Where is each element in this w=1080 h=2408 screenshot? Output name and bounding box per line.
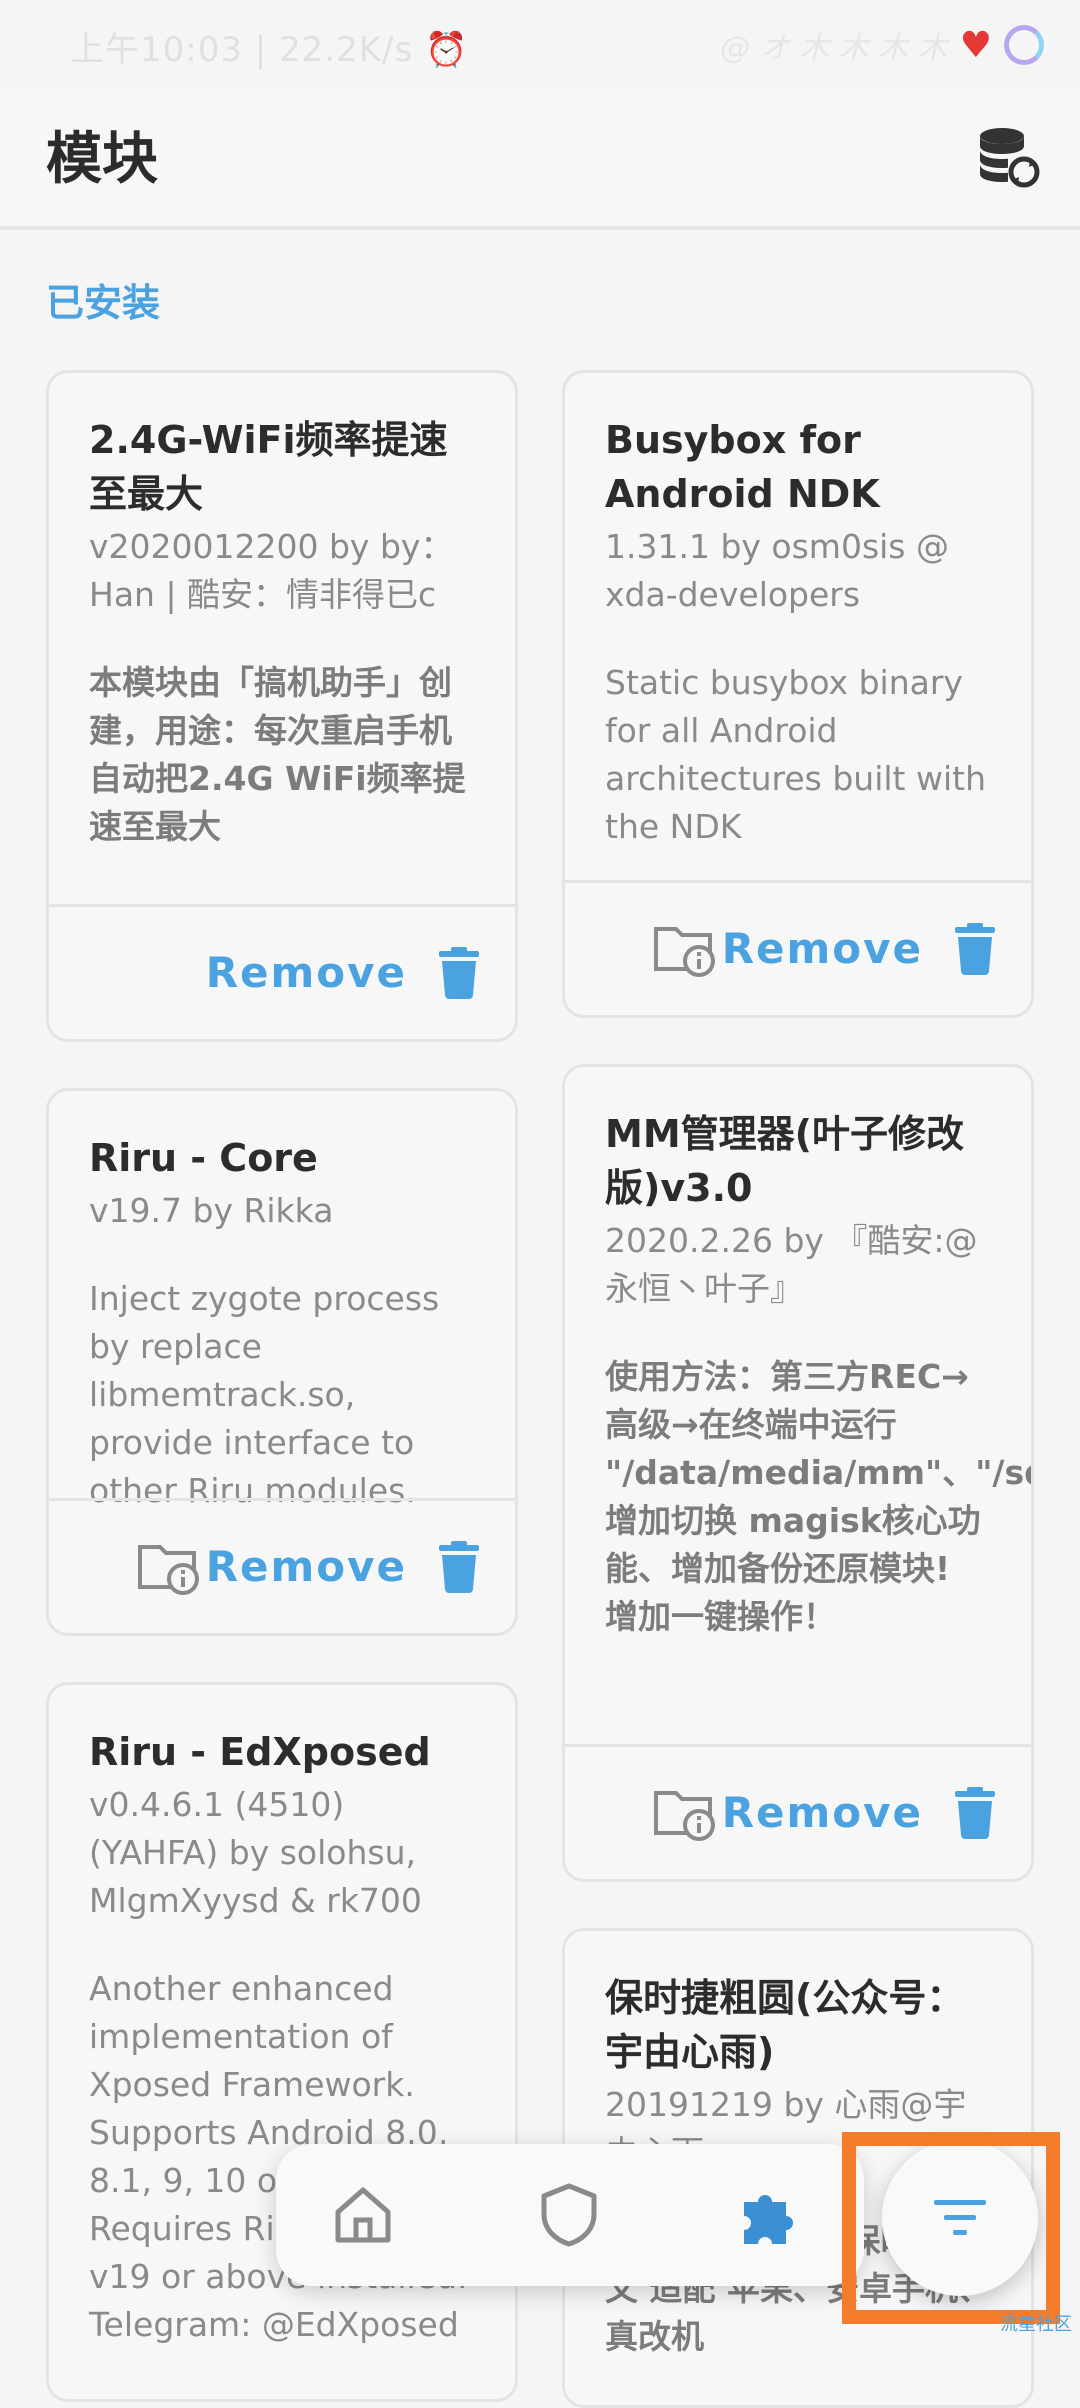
module-title: 2.4G-WiFi频率提速至最大 (89, 418, 448, 516)
module-description: 本模块由「搞机助手」创建，用途：每次重启手机自动把2.4G WiFi频率提速至最… (89, 663, 466, 846)
page-title: 模块 (46, 127, 158, 192)
section-installed-label: 已安装 (46, 281, 161, 325)
remove-button[interactable]: Remove (722, 1747, 923, 1879)
module-version-author: 1.31.1 by osm0sis @ xda-developers (605, 527, 949, 614)
module-card: Riru - Core v19.7 by Rikka Inject zygote… (46, 1088, 518, 1636)
heart-icon: ♥ (959, 24, 992, 66)
module-title: Riru - Core (89, 1136, 318, 1180)
module-title: Riru - EdXposed (89, 1730, 431, 1774)
folder-info-icon[interactable] (137, 1539, 201, 1595)
module-actions: Remove (49, 1498, 515, 1633)
watermark-label: 流星社区 (1000, 2314, 1072, 2335)
app-bar: 模块 (0, 90, 1080, 230)
bottom-navigation (276, 2144, 864, 2286)
battery-ring-icon (1004, 25, 1044, 65)
home-icon[interactable] (328, 2180, 398, 2250)
module-card: Busybox for Android NDK 1.31.1 by osm0si… (562, 370, 1034, 1018)
trash-icon[interactable] (953, 1787, 997, 1839)
filter-icon (934, 2200, 986, 2235)
module-title: MM管理器(叶子修改版)v3.0 (605, 1112, 964, 1210)
module-actions: Remove (49, 904, 515, 1039)
module-actions: Remove (565, 880, 1031, 1015)
remove-button[interactable]: Remove (206, 907, 407, 1039)
module-version-author: v2020012200 by by：Han | 酷安：情非得已c (89, 527, 454, 614)
module-description: Inject zygote process by replace libmemt… (89, 1279, 440, 1510)
trash-icon[interactable] (953, 923, 997, 975)
folder-info-icon[interactable] (653, 921, 717, 977)
folder-info-icon[interactable] (653, 1785, 717, 1841)
module-description: Static busybox binary for all Android ar… (605, 663, 986, 846)
filter-button[interactable] (882, 2140, 1038, 2296)
module-version-author: 2020.2.26 by 『酷安:@永恒丶叶子』 (605, 1221, 978, 1308)
puzzle-icon[interactable] (736, 2180, 806, 2250)
remove-button[interactable]: Remove (206, 1501, 407, 1633)
status-signature: @ オ 木 木 木 木 (720, 31, 948, 66)
module-card: Riru - EdXposed v0.4.6.1 (4510) (YAHFA) … (46, 1682, 518, 2402)
module-description: 使用方法：第三方REC→高级→在终端中运行 "/data/media/mm"、"… (605, 1357, 1031, 1636)
status-icons: @ オ 木 木 木 木 ♥ (720, 22, 1044, 68)
module-version-author: v0.4.6.1 (4510) (YAHFA) by solohsu, Mlgm… (89, 1785, 422, 1920)
shield-icon[interactable] (534, 2180, 604, 2250)
status-time-speed: 上午10:03 | 22.2K/s ⏰ (70, 30, 469, 70)
module-version-author: v19.7 by Rikka (89, 1191, 334, 1230)
module-actions: Remove (565, 1744, 1031, 1879)
trash-icon[interactable] (437, 947, 481, 999)
module-title: 保时捷粗圆(公众号：宇由心雨) (605, 1976, 965, 2074)
trash-icon[interactable] (437, 1541, 481, 1593)
module-card: MM管理器(叶子修改版)v3.0 2020.2.26 by 『酷安:@永恒丶叶子… (562, 1064, 1034, 1882)
module-title: Busybox for Android NDK (605, 418, 880, 516)
module-card: 2.4G-WiFi频率提速至最大 v2020012200 by by：Han |… (46, 370, 518, 1042)
remove-button[interactable]: Remove (722, 883, 923, 1015)
status-bar: 上午10:03 | 22.2K/s ⏰ @ オ 木 木 木 木 ♥ (0, 0, 1080, 90)
database-sync-icon[interactable] (976, 124, 1040, 188)
